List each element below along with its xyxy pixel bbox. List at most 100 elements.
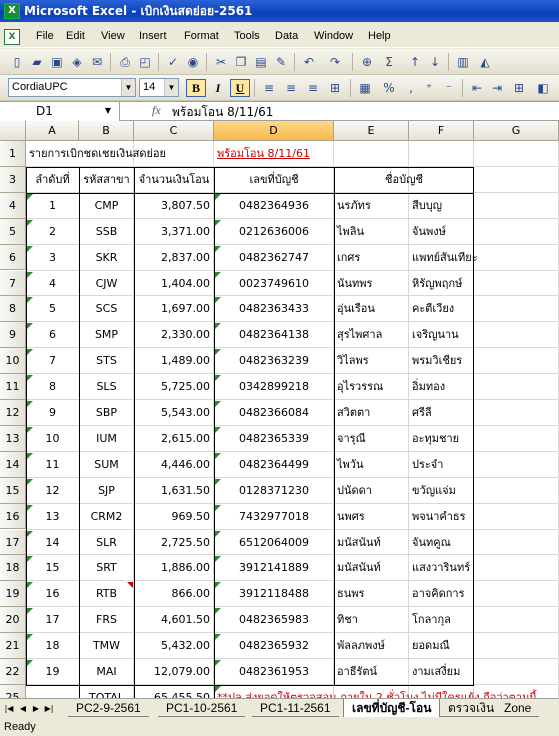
open-icon[interactable]: ▰ [28,53,46,71]
undo-icon[interactable]: ↶ [300,53,318,71]
cell-seq[interactable]: 17 [26,607,79,633]
cell-last-name[interactable]: ศรีลี [409,400,474,426]
last-sheet-icon[interactable]: ▶| [43,702,55,716]
cell-branch-code[interactable]: SKR [79,245,134,271]
menu-view[interactable]: View [101,30,125,42]
cell-branch-code[interactable]: SLS [79,374,134,400]
sort-descending-icon[interactable]: ↓ [426,53,444,71]
header-seq[interactable]: ลำดับที่ [26,167,79,193]
spelling-icon[interactable]: ✓ [164,53,182,71]
header-branch-code[interactable]: รหัสสาขา [79,167,134,193]
cell-branch-code[interactable]: SCS [79,296,134,322]
new-icon[interactable]: ▯ [8,53,26,71]
cell-last-name[interactable]: จันพงษ์ [409,219,474,245]
cell-amount[interactable]: 2,837.00 [134,245,214,271]
cell-seq[interactable]: 2 [26,219,79,245]
permission-icon[interactable]: ◈ [68,53,86,71]
percent-button[interactable]: % [380,79,398,97]
cell-seq[interactable]: 11 [26,452,79,478]
row-header[interactable]: 12 [0,400,26,426]
cell-account-no[interactable]: 0023749610 [214,271,334,297]
cell-last-name[interactable]: สืบบุญ [409,193,474,219]
cell-branch-code[interactable]: IUM [79,426,134,452]
cell-first-name[interactable]: สุรไพศาล [334,322,409,348]
cell-amount[interactable]: 1,697.00 [134,296,214,322]
cell-amount[interactable]: 3,371.00 [134,219,214,245]
paste-icon[interactable]: ▤ [252,53,270,71]
cell-amount[interactable]: 5,432.00 [134,633,214,659]
cell-account-no[interactable]: 3912141889 [214,555,334,581]
row-header[interactable]: 13 [0,425,26,452]
save-icon[interactable]: ▣ [48,53,66,71]
menu-tools[interactable]: Tools [234,30,260,42]
row-header[interactable]: 9 [0,322,26,349]
redo-icon[interactable]: ↷ [326,53,344,71]
column-header-a[interactable]: A [26,121,79,141]
cell-branch-code[interactable]: SBP [79,400,134,426]
cell-account-no[interactable]: 0482364138 [214,322,334,348]
header-account-no[interactable]: เลขที่บัญชี [214,167,334,193]
cell-amount[interactable]: 1,631.50 [134,478,214,504]
cell-account-no[interactable]: 0482364499 [214,452,334,478]
underline-button[interactable]: U [230,79,250,97]
row-header[interactable]: 11 [0,374,26,400]
currency-icon[interactable]: ▦ [356,79,374,97]
insert-function-icon[interactable]: fx [152,103,161,118]
cell-last-name[interactable]: ขวัญแจ่ม [409,478,474,504]
menu-window[interactable]: Window [314,30,353,42]
fill-color-icon[interactable]: ◧ [534,79,552,97]
cell-amount[interactable]: 1,489.00 [134,348,214,374]
cell-first-name[interactable]: ไพวัน [334,452,409,478]
column-header-c[interactable]: C [134,121,214,141]
row-header[interactable]: 10 [0,348,26,375]
print-preview-icon[interactable]: ◰ [136,53,154,71]
cell-branch-code[interactable]: SLR [79,530,134,556]
chevron-down-icon[interactable]: ▼ [105,102,111,120]
cell-seq[interactable]: 18 [26,633,79,659]
cell-first-name[interactable]: อาธีรัตน์ [334,659,409,685]
cell-branch-code[interactable]: TMW [79,633,134,659]
increase-indent-icon[interactable]: ⇥ [488,79,506,97]
name-box[interactable]: D1 ▼ [0,102,120,121]
cell-seq[interactable]: 16 [26,581,79,607]
menu-edit[interactable]: Edit [66,30,85,42]
tab-pc2-9-2561[interactable]: PC2-9-2561 [68,699,149,717]
cell-account-no[interactable]: 0342899218 [214,374,334,400]
cell-branch-code[interactable]: RTB [79,581,134,607]
cell-account-no[interactable]: 0482363433 [214,296,334,322]
chevron-down-icon[interactable]: ▼ [164,79,178,96]
menu-format[interactable]: Format [184,30,219,42]
cell-amount[interactable]: 969.50 [134,504,214,530]
tab-pc1-10-2561[interactable]: PC1-10-2561 [158,699,246,717]
cell-last-name[interactable]: ประจำ [409,452,474,478]
font-name-combo[interactable]: CordiaUPC ▼ [8,78,136,97]
tab-pc1-11-2561[interactable]: PC1-11-2561 [252,699,339,717]
cell-first-name[interactable]: เกศร [334,245,409,271]
tab-check-money[interactable]: ตรวจเงิน [440,699,503,717]
cell-amount[interactable]: 3,807.50 [134,193,214,219]
cell-last-name[interactable]: ยอดมณี [409,633,474,659]
menu-insert[interactable]: Insert [139,30,167,42]
cell-branch-code[interactable]: CMP [79,193,134,219]
cell-first-name[interactable]: ธนพร [334,581,409,607]
cell-account-no[interactable]: 0482366084 [214,400,334,426]
footnote[interactable]: **ปล.ส่งยอดให้ตรวจสอบ ภายใน 2 ชั่วโมง ไม… [214,685,559,698]
cell-amount[interactable]: 2,330.00 [134,322,214,348]
cell-seq[interactable]: 1 [26,193,79,219]
row-header[interactable]: 8 [0,296,26,323]
cell-seq[interactable]: 10 [26,426,79,452]
bold-button[interactable]: B [186,79,206,97]
cell-amount[interactable]: 5,543.00 [134,400,214,426]
row-header[interactable]: 25 [0,684,26,698]
menu-help[interactable]: Help [368,30,391,42]
cell-last-name[interactable]: พรมวิเชียร [409,348,474,374]
prev-sheet-icon[interactable]: ◀ [17,702,29,716]
cell-last-name[interactable]: อาจคิดการ [409,581,474,607]
cell-first-name[interactable]: จารุณี [334,426,409,452]
cell-account-no[interactable]: 6512064009 [214,530,334,556]
cut-icon[interactable]: ✂ [212,53,230,71]
cell-last-name[interactable]: อิ่มทอง [409,374,474,400]
chart-wizard-icon[interactable]: ▥ [454,53,472,71]
cell-seq[interactable]: 4 [26,271,79,297]
cell-last-name[interactable]: แพทย์สันเทียะ [409,245,478,271]
